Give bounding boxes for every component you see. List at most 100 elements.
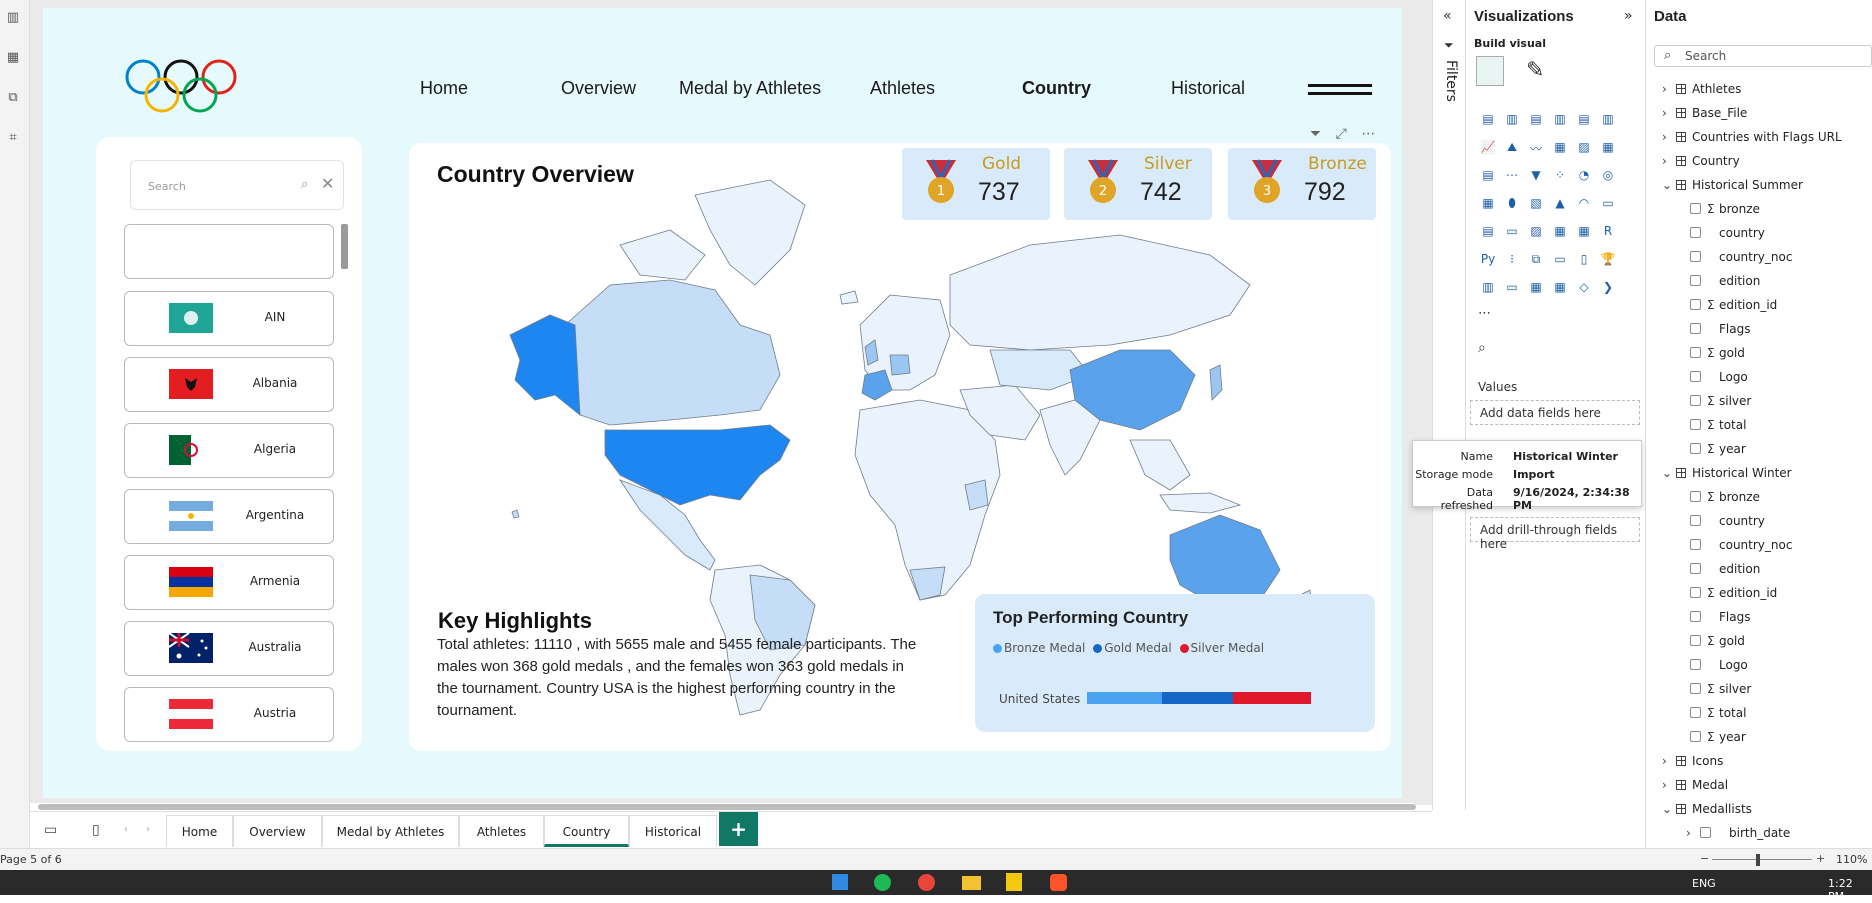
- field-node[interactable]: Σgold: [1690, 634, 1745, 648]
- more-options-icon[interactable]: ⋯: [1361, 126, 1375, 142]
- chrome-icon[interactable]: [918, 874, 935, 891]
- field-node[interactable]: country_noc: [1690, 250, 1792, 264]
- build-visual-tab-icon[interactable]: [1476, 56, 1504, 86]
- menu-icon[interactable]: [1308, 84, 1372, 98]
- brave-icon[interactable]: [1050, 874, 1067, 891]
- field-checkbox[interactable]: [1690, 371, 1701, 382]
- slicer-item-blank[interactable]: [124, 224, 334, 279]
- field-checkbox[interactable]: [1690, 275, 1701, 286]
- trophy-icon[interactable]: 🏆: [1598, 252, 1618, 270]
- treemap-icon[interactable]: ◎: [1598, 168, 1618, 186]
- key-influencers-icon[interactable]: ⁝: [1502, 252, 1522, 270]
- nav-athletes[interactable]: Athletes: [870, 78, 935, 99]
- field-checkbox[interactable]: [1690, 515, 1701, 526]
- slicer-item-austria[interactable]: Austria: [124, 687, 334, 742]
- search-icon[interactable]: ⌕: [301, 177, 308, 192]
- python-visual-icon[interactable]: Py: [1478, 252, 1498, 270]
- field-node[interactable]: Σyear: [1690, 730, 1746, 744]
- shape-map-icon[interactable]: ▧: [1526, 196, 1546, 214]
- stacked-bar-icon[interactable]: ▤: [1478, 112, 1498, 130]
- table-node[interactable]: › Athletes: [1662, 82, 1741, 96]
- tab-overview[interactable]: Overview: [233, 815, 322, 847]
- field-node[interactable]: Σgold: [1690, 346, 1745, 360]
- add-data-fields-dropzone[interactable]: Add data fields here: [1470, 400, 1640, 425]
- more-visuals-icon[interactable]: ⋯: [1478, 306, 1491, 321]
- field-node[interactable]: Σbronze: [1690, 202, 1760, 216]
- tab-home[interactable]: Home: [166, 815, 233, 847]
- chevron-right-icon[interactable]: ›: [1662, 82, 1676, 96]
- table-icon[interactable]: ▦: [1550, 224, 1570, 242]
- r-visual-icon[interactable]: R: [1598, 224, 1618, 242]
- table-node[interactable]: › Country: [1662, 154, 1740, 168]
- chevron-down-icon[interactable]: ⌄: [1662, 802, 1676, 816]
- table-view-icon[interactable]: ▦: [5, 50, 21, 66]
- field-checkbox[interactable]: [1690, 299, 1701, 310]
- slicer-item-ain[interactable]: AIN: [124, 291, 334, 346]
- chevron-down-icon[interactable]: ⌄: [1662, 466, 1676, 480]
- add-drillthrough-dropzone[interactable]: Add drill-through fields here: [1470, 517, 1640, 551]
- slicer-item-armenia[interactable]: Armenia: [124, 555, 334, 610]
- chevron-right-icon[interactable]: ›: [1662, 130, 1676, 144]
- field-node[interactable]: Σsilver: [1690, 682, 1751, 696]
- focus-mode-icon[interactable]: ⤢: [1336, 126, 1347, 142]
- tab-medal-by-athletes[interactable]: Medal by Athletes: [322, 815, 459, 847]
- collapse-icon[interactable]: «: [1443, 8, 1452, 24]
- waterfall-icon[interactable]: ▤: [1478, 168, 1498, 186]
- chevron-right-icon[interactable]: ›: [1686, 826, 1700, 840]
- top-country-chart[interactable]: Top Performing Country Bronze Medal Gold…: [975, 594, 1375, 732]
- line-clustered-icon[interactable]: ▨: [1574, 140, 1594, 158]
- data-search-input[interactable]: ⌕ Search: [1654, 45, 1872, 67]
- zoom-slider[interactable]: [1712, 859, 1812, 860]
- field-checkbox[interactable]: [1690, 731, 1701, 742]
- chevron-right-icon[interactable]: ›: [1662, 154, 1676, 168]
- area-chart-icon[interactable]: ⛰: [1502, 140, 1522, 158]
- prev-page-icon[interactable]: ‹: [124, 824, 128, 835]
- metrics-icon[interactable]: ▦: [1550, 280, 1570, 298]
- nav-medal-by-athletes[interactable]: Medal by Athletes: [679, 78, 821, 99]
- windows-start-icon[interactable]: [832, 874, 848, 890]
- qa-icon[interactable]: ▭: [1550, 252, 1570, 270]
- diamond-icon[interactable]: ◇: [1574, 280, 1594, 298]
- zoom-in-icon[interactable]: +: [1816, 852, 1825, 865]
- table-node[interactable]: › Countries with Flags URL: [1662, 130, 1842, 144]
- close-icon[interactable]: ✕: [321, 174, 334, 193]
- chevron-down-icon[interactable]: ⌄: [1662, 178, 1676, 192]
- field-checkbox[interactable]: [1700, 827, 1711, 838]
- report-view-icon[interactable]: ▥: [5, 10, 21, 26]
- chevron-right-icon[interactable]: ›: [1662, 106, 1676, 120]
- field-checkbox[interactable]: [1690, 491, 1701, 502]
- tab-historical[interactable]: Historical: [629, 815, 717, 847]
- table-node[interactable]: › Base_File: [1662, 106, 1747, 120]
- clustered-column-icon[interactable]: ▥: [1550, 112, 1570, 130]
- nav-overview[interactable]: Overview: [561, 78, 636, 99]
- field-node[interactable]: country: [1690, 226, 1765, 240]
- slicer-search-input[interactable]: Search ⌕ ✕: [130, 160, 344, 210]
- narrative-icon[interactable]: ▯: [1574, 252, 1594, 270]
- 100-column-icon[interactable]: ▥: [1598, 112, 1618, 130]
- field-node[interactable]: Logo: [1690, 370, 1748, 384]
- chevron-visual-icon[interactable]: ❯: [1598, 280, 1618, 298]
- gauge-icon[interactable]: ◠: [1574, 196, 1594, 214]
- tab-country[interactable]: Country: [544, 815, 629, 847]
- stacked-area-icon[interactable]: 〰: [1526, 140, 1546, 158]
- card-icon[interactable]: ▭: [1598, 196, 1618, 214]
- 100-bar-icon[interactable]: ▤: [1574, 112, 1594, 130]
- azure-map-icon[interactable]: ▲: [1550, 196, 1570, 214]
- zoom-out-icon[interactable]: −: [1700, 852, 1709, 865]
- decomposition-tree-icon[interactable]: ⧉: [1526, 252, 1546, 270]
- slicer-item-albania[interactable]: Albania: [124, 357, 334, 412]
- field-checkbox[interactable]: [1690, 203, 1701, 214]
- filters-pane[interactable]: « ⏷ Filters: [1432, 0, 1466, 810]
- tab-athletes[interactable]: Athletes: [459, 815, 544, 847]
- field-checkbox[interactable]: [1690, 587, 1701, 598]
- table-node[interactable]: ⌄ Historical Winter: [1662, 466, 1792, 480]
- next-page-icon[interactable]: ›: [146, 824, 150, 835]
- field-checkbox[interactable]: [1690, 227, 1701, 238]
- analytics-icon[interactable]: ⌕: [1478, 340, 1486, 356]
- power-automate-icon[interactable]: ▦: [1526, 280, 1546, 298]
- field-node[interactable]: Flags: [1690, 322, 1750, 336]
- filter-icon[interactable]: ⏷: [1310, 126, 1321, 142]
- field-node[interactable]: Σsilver: [1690, 394, 1751, 408]
- matrix-icon[interactable]: ▦: [1574, 224, 1594, 242]
- slicer-icon[interactable]: ▨: [1526, 224, 1546, 242]
